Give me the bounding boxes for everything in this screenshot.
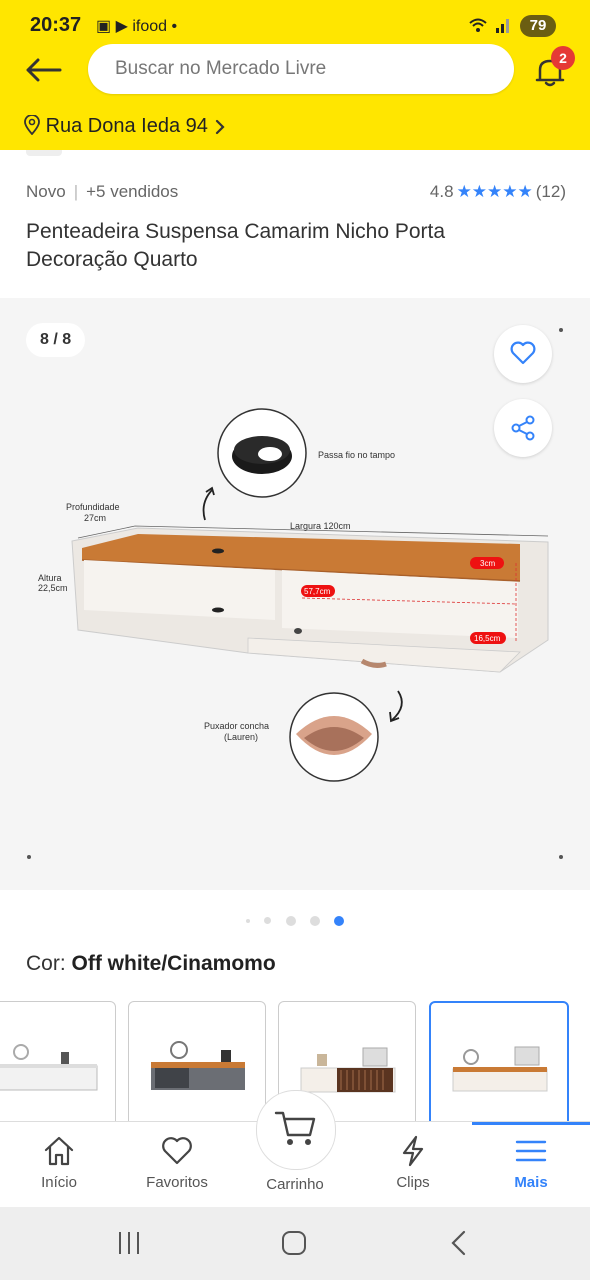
cart-icon	[274, 1111, 316, 1145]
color-option[interactable]	[128, 1001, 266, 1127]
menu-icon	[515, 1140, 547, 1162]
label-tampo: 3cm	[480, 559, 495, 568]
pagination-dot-active	[334, 915, 345, 926]
app-header: Buscar no Mercado Livre 2 Rua Dona Ieda …	[0, 44, 590, 150]
status-time: 20:37	[30, 14, 82, 36]
bottom-navigation: Início Favoritos Carrinho Clips Mais	[0, 1090, 590, 1208]
color-option-selected[interactable]	[429, 1001, 569, 1129]
back-button[interactable]	[24, 58, 64, 98]
pagination-dot	[264, 917, 272, 925]
cart-button-circle	[256, 1090, 336, 1170]
status-bar: 20:37 ▣ ▶ ifood • 79	[0, 0, 590, 50]
meta-separator: |	[73, 182, 79, 201]
system-navigation-bar	[0, 1207, 590, 1280]
variant-value: Off white/Cinamomo	[71, 952, 276, 975]
rating-stars: ★★★★★	[456, 182, 533, 201]
product-gallery[interactable]: 8 / 8 Passa fio no tampo Profundidade 27…	[0, 298, 590, 890]
recent-apps-icon[interactable]	[116, 1230, 142, 1256]
status-notification-icons: ▣ ▶ ifood •	[96, 18, 178, 35]
variant-label-prefix: Cor:	[26, 952, 72, 975]
home-icon	[44, 1136, 74, 1166]
label-profundidade: Profundidade	[66, 502, 120, 512]
label-profundidade-value: 27cm	[84, 513, 106, 523]
product-image: Passa fio no tampo Profundidade 27cm Lar…	[38, 408, 549, 782]
product-meta: Novo | +5 vendidos	[26, 182, 178, 202]
condition-label: Novo	[26, 182, 66, 201]
label-puxador: Puxador concha	[204, 721, 269, 731]
pagination-dot	[245, 918, 250, 923]
rating-value: 4.8	[429, 182, 454, 201]
search-input[interactable]: Buscar no Mercado Livre	[88, 44, 514, 94]
pagination-dot	[309, 915, 320, 926]
battery-indicator: 79	[520, 15, 556, 37]
arrow-left-icon	[26, 58, 62, 82]
heart-icon	[162, 1137, 192, 1165]
notification-badge: 2	[551, 46, 575, 70]
color-option-image	[452, 1046, 548, 1092]
color-option[interactable]	[0, 1001, 116, 1127]
color-option-image	[151, 1041, 245, 1090]
product-title: Penteadeira Suspensa Camarim Nicho Porta…	[26, 220, 446, 271]
label-passa-fio: Passa fio no tampo	[318, 450, 395, 460]
signal-icons	[468, 16, 512, 39]
home-system-icon[interactable]	[281, 1230, 307, 1256]
delivery-location[interactable]: Rua Dona Ieda 94	[24, 114, 227, 138]
lightning-icon	[402, 1135, 424, 1167]
sold-count: +5 vendidos	[86, 182, 179, 201]
color-option-image	[0, 1044, 98, 1091]
label-altura: Altura	[38, 573, 62, 583]
chevron-right-icon	[216, 119, 226, 135]
active-tab-indicator	[472, 1122, 590, 1125]
location-text: Rua Dona Ieda 94	[45, 115, 208, 137]
label-altura-value: 22,5cm	[38, 583, 68, 593]
label-puxador-model: (Lauren)	[224, 732, 258, 742]
scroll-remnant	[26, 150, 62, 156]
variant-label: Cor: Off white/Cinamomo	[26, 952, 276, 976]
label-largura: Largura 120cm	[290, 521, 351, 531]
nav-more-label: Mais	[514, 1174, 548, 1191]
gallery-pagination	[0, 912, 590, 930]
search-placeholder: Buscar no Mercado Livre	[115, 58, 327, 79]
pagination-dot	[285, 915, 296, 926]
wifi-signal-icon	[469, 18, 509, 33]
label-porta: 16,5cm	[474, 634, 501, 643]
back-system-icon[interactable]	[447, 1230, 473, 1256]
nav-favorites-label: Favoritos	[146, 1174, 208, 1191]
nav-clips-label: Clips	[396, 1174, 430, 1191]
label-nicho: 57,7cm	[304, 587, 331, 596]
product-rating[interactable]: 4.8 ★★★★★ (12)	[430, 182, 566, 202]
nav-home-label: Início	[41, 1174, 77, 1191]
location-pin-icon	[24, 114, 40, 136]
review-count: (12)	[535, 182, 566, 201]
nav-cart-label: Carrinho	[266, 1176, 324, 1193]
